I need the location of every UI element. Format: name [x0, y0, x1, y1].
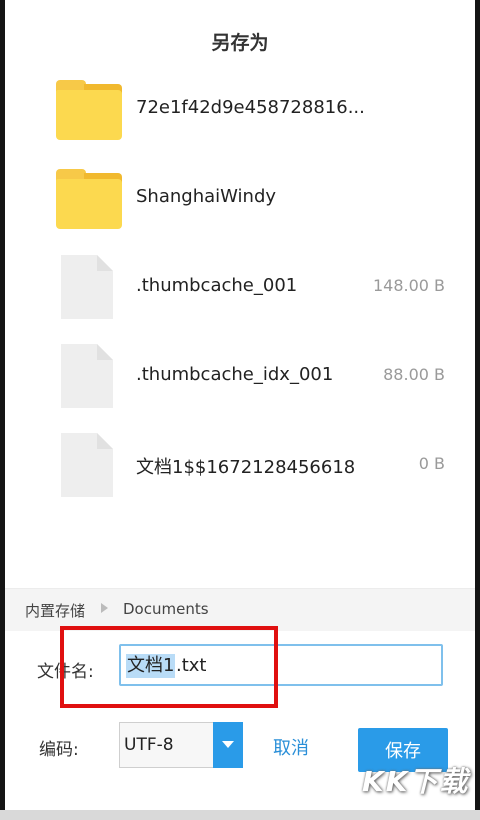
folder-icon	[56, 80, 122, 140]
file-name: 72e1f42d9e458728816...	[136, 97, 365, 118]
breadcrumb: 内置存储 Documents	[5, 588, 475, 631]
watermark: KK下载	[362, 765, 470, 798]
encoding-select[interactable]: UTF-8	[119, 722, 243, 768]
list-item-file[interactable]: 文档1$$1672128456618 0 B	[5, 421, 475, 510]
file-size: 0 B	[418, 454, 445, 473]
breadcrumb-root[interactable]: 内置存储	[25, 600, 85, 621]
document-icon	[61, 433, 113, 497]
list-item-folder[interactable]: 72e1f42d9e458728816...	[5, 65, 475, 154]
file-name: 文档1$$1672128456618	[136, 457, 356, 478]
file-name: ShanghaiWindy	[136, 186, 277, 207]
breadcrumb-current[interactable]: Documents	[123, 600, 209, 618]
file-list: 72e1f42d9e458728816... ShanghaiWindy .th…	[5, 65, 475, 510]
folder-icon	[56, 169, 122, 229]
encoding-label: 编码:	[39, 740, 79, 760]
window-frame-right	[475, 0, 480, 820]
file-name: .thumbcache_001	[136, 275, 298, 296]
dialog-title: 另存为	[211, 32, 269, 54]
file-name: .thumbcache_idx_001	[136, 364, 334, 385]
document-icon	[61, 255, 113, 319]
cancel-button[interactable]: 取消	[273, 734, 309, 760]
list-item-folder[interactable]: ShanghaiWindy	[5, 154, 475, 243]
window-frame-bottom	[0, 810, 480, 820]
encoding-value: UTF-8	[124, 735, 174, 755]
document-icon	[61, 344, 113, 408]
breadcrumb-separator-icon	[101, 603, 108, 613]
chevron-down-icon	[222, 741, 234, 748]
annotation-highlight-box	[60, 626, 278, 708]
list-item-file[interactable]: .thumbcache_idx_001 88.00 B	[5, 332, 475, 421]
list-item-file[interactable]: .thumbcache_001 148.00 B	[5, 243, 475, 332]
file-size: 148.00 B	[372, 276, 445, 295]
dropdown-button[interactable]	[213, 722, 243, 768]
file-size: 88.00 B	[383, 365, 445, 384]
